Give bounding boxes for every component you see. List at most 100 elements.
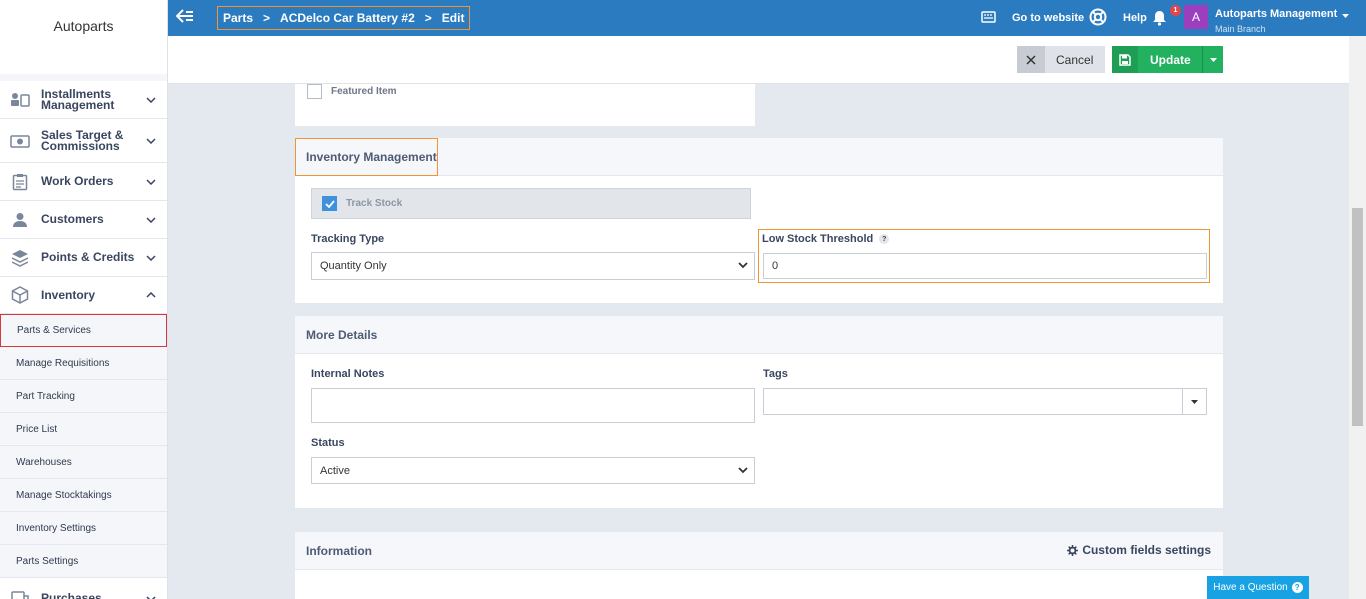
- sidebar-item-customers[interactable]: Customers: [0, 201, 167, 239]
- chevron-down-icon: [143, 254, 159, 261]
- update-label: Update: [1150, 52, 1191, 67]
- help-tooltip-icon[interactable]: ?: [879, 234, 890, 244]
- card-header: [295, 316, 1223, 354]
- account-name: Autoparts Management: [1215, 8, 1338, 20]
- help-label: Help: [1123, 12, 1147, 24]
- action-bar: Cancel Update: [168, 36, 1349, 84]
- low-stock-threshold-input[interactable]: 0: [763, 253, 1207, 279]
- sidebar-item-inventory[interactable]: Inventory: [0, 277, 167, 314]
- sidebar-item-work-orders[interactable]: Work Orders: [0, 163, 167, 201]
- help-link[interactable]: Help: [1089, 0, 1147, 36]
- cancel-button[interactable]: Cancel: [1017, 46, 1105, 73]
- brand-logo[interactable]: Autoparts: [0, 0, 167, 74]
- chevron-down-icon: [738, 260, 748, 272]
- sidebar-item-installments[interactable]: Installments Management: [0, 81, 167, 119]
- sidebar-subitem-warehouses[interactable]: Warehouses: [0, 446, 167, 479]
- sidebar-item-label: Work Orders: [41, 174, 114, 188]
- close-icon: [1017, 46, 1045, 73]
- go-to-website-link[interactable]: Go to website: [981, 0, 1084, 36]
- gear-icon: [1067, 544, 1079, 556]
- question-icon: ?: [1291, 582, 1303, 593]
- internal-notes-label: Internal Notes: [311, 368, 385, 380]
- sidebar-item-label: Customers: [41, 212, 104, 226]
- custom-fields-settings-link[interactable]: Custom fields settings: [1067, 543, 1211, 557]
- sidebar-subitem-part-tracking[interactable]: Part Tracking: [0, 380, 167, 413]
- have-a-question-label: Have a Question: [1213, 582, 1288, 593]
- more-details-card: More Details Internal Notes Tags Status …: [295, 316, 1223, 508]
- custom-fields-settings-label: Custom fields settings: [1082, 543, 1211, 557]
- sidebar-item-label: Purchases: [41, 591, 102, 599]
- low-stock-threshold-label: Low Stock Threshold: [762, 233, 874, 245]
- low-stock-threshold-value: 0: [772, 260, 779, 272]
- information-card: Information Custom fields settings: [295, 532, 1223, 599]
- tracking-type-select[interactable]: Quantity Only: [311, 252, 755, 280]
- sidebar-item-label: Sales Target & Commissions: [41, 127, 124, 153]
- track-stock-label: Track Stock: [346, 198, 403, 209]
- user-icon: [10, 210, 30, 230]
- tags-label: Tags: [763, 368, 788, 380]
- cancel-label: Cancel: [1056, 52, 1094, 67]
- account-menu[interactable]: Autoparts Management Main Branch: [1215, 5, 1350, 34]
- breadcrumb-item-current: Edit: [441, 11, 465, 25]
- notification-badge: 1: [1170, 5, 1181, 16]
- notifications-button[interactable]: 1: [1152, 0, 1181, 36]
- featured-item-label: Featured Item: [331, 86, 397, 97]
- avatar[interactable]: A: [1184, 5, 1208, 29]
- sidebar: Autoparts Installments Management Sales …: [0, 0, 168, 599]
- account-branch: Main Branch: [1215, 24, 1266, 34]
- featured-item-checkbox[interactable]: [307, 84, 322, 99]
- update-button[interactable]: Update: [1112, 46, 1223, 73]
- sidebar-subitem-parts-services[interactable]: Parts & Services: [0, 314, 167, 347]
- update-dropdown-toggle[interactable]: [1202, 46, 1223, 73]
- caret-down-icon: [1342, 5, 1350, 23]
- inventory-management-card: Inventory Management Track Stock Trackin…: [295, 138, 1223, 303]
- sidebar-subitem-parts-settings[interactable]: Parts Settings: [0, 545, 167, 578]
- chevron-down-icon: [738, 465, 748, 477]
- breadcrumb-item-part[interactable]: ACDelco Car Battery #2: [280, 11, 415, 25]
- chevron-down-icon: [143, 588, 159, 599]
- top-navbar: Parts > ACDelco Car Battery #2 > Edit Go…: [168, 0, 1366, 36]
- sidebar-item-label: Inventory: [41, 287, 96, 302]
- breadcrumb-item-parts[interactable]: Parts: [223, 11, 253, 25]
- chevron-right-icon: >: [424, 11, 432, 25]
- have-a-question-button[interactable]: Have a Question ?: [1207, 576, 1309, 599]
- internal-notes-textarea[interactable]: [311, 388, 755, 423]
- status-value: Active: [320, 464, 350, 477]
- inventory-management-title: Inventory Management: [306, 150, 437, 164]
- installments-icon: [10, 90, 30, 110]
- sidebar-item-label: Points & Credits: [41, 250, 135, 264]
- arrow-left-icon: [175, 8, 194, 28]
- sidebar-subitem-manage-stocktakings[interactable]: Manage Stocktakings: [0, 479, 167, 512]
- sidebar-subitem-inventory-settings[interactable]: Inventory Settings: [0, 512, 167, 545]
- sidebar-item-points-credits[interactable]: Points & Credits: [0, 239, 167, 277]
- checkbox-checked-icon: [322, 196, 337, 211]
- save-icon: [1112, 46, 1138, 73]
- chevron-up-icon: [143, 292, 159, 298]
- sidebar-subitem-price-list[interactable]: Price List: [0, 413, 167, 446]
- tags-input[interactable]: [763, 388, 1207, 415]
- lifebuoy-icon: [1089, 8, 1115, 29]
- clipboard-icon: [10, 172, 30, 192]
- chevron-down-icon: [143, 96, 159, 103]
- more-details-title: More Details: [306, 328, 378, 342]
- tracking-type-label: Tracking Type: [311, 233, 385, 245]
- status-label: Status: [311, 437, 345, 449]
- general-card: Featured Item: [295, 84, 755, 126]
- layers-icon: [10, 248, 30, 268]
- sidebar-item-sales-target[interactable]: Sales Target & Commissions: [0, 119, 167, 163]
- tracking-type-value: Quantity Only: [320, 260, 387, 272]
- sidebar-subitem-manage-requisitions[interactable]: Manage Requisitions: [0, 347, 167, 380]
- status-select[interactable]: Active: [311, 457, 755, 484]
- commissions-icon: [10, 131, 30, 151]
- scrollbar-thumb[interactable]: [1352, 208, 1363, 426]
- chevron-right-icon: >: [263, 11, 271, 25]
- low-stock-threshold-label-wrap: Low Stock Threshold ?: [762, 233, 890, 245]
- track-stock-toggle[interactable]: Track Stock: [311, 188, 751, 219]
- tags-dropdown-toggle[interactable]: [1182, 389, 1206, 414]
- sidebar-item-purchases[interactable]: Purchases: [0, 578, 167, 599]
- purchases-icon: [10, 588, 30, 599]
- sidebar-toggle-button[interactable]: [168, 0, 202, 36]
- sidebar-item-label: Installments Management: [41, 86, 115, 112]
- chevron-down-icon: [143, 178, 159, 185]
- chevron-down-icon: [143, 137, 159, 144]
